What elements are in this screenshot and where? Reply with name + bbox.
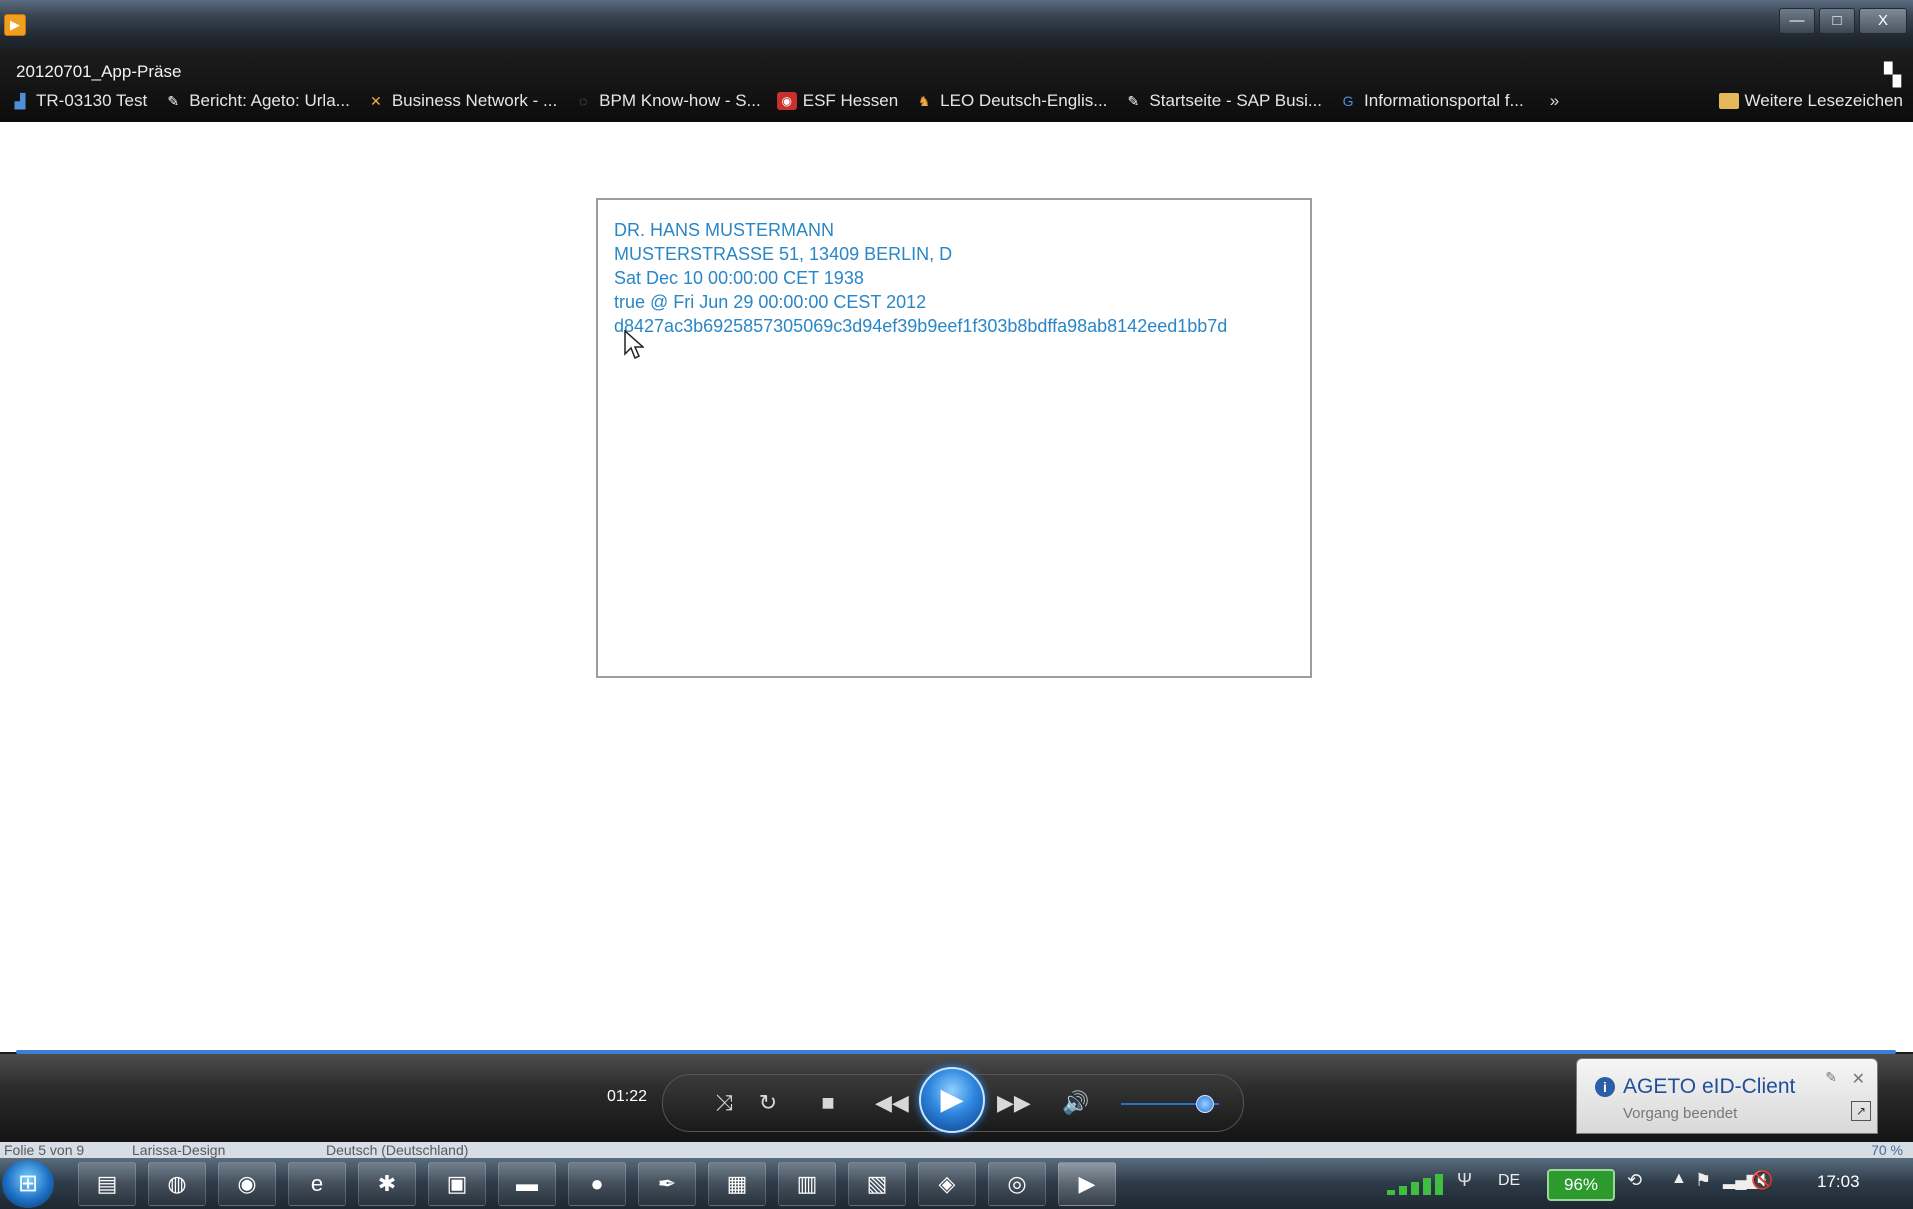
bookmark-logo-icon: ✎ xyxy=(1127,93,1140,109)
fast-forward-icon[interactable]: ▶▶ xyxy=(997,1089,1031,1117)
system-clock[interactable]: 17:03 xyxy=(1817,1172,1860,1192)
bookmark-label: ESF Hessen xyxy=(802,91,899,110)
bookmark-label: Bericht: Ageto: Urla... xyxy=(189,91,350,110)
bookmarks-bar: ▟ TR-03130 Test ✎ Bericht: Ageto: Urla..… xyxy=(10,88,1903,114)
esf-icon: ◉ xyxy=(776,92,797,110)
pin-icon[interactable]: ✎ xyxy=(1825,1069,1837,1086)
close-icon[interactable]: ✕ xyxy=(1852,1069,1865,1089)
bookmark-bpm-know-how[interactable]: ◌ BPM Know-how - S... xyxy=(573,91,761,111)
bookmark-label: Business Network - ... xyxy=(391,91,558,110)
notepad-icon[interactable]: ▦ xyxy=(708,1162,766,1206)
xing-icon: ✕ xyxy=(369,93,382,109)
eid-client-notification[interactable]: i AGETO eID-Client Vorgang beendet ✎ ✕ ↗ xyxy=(1576,1058,1878,1134)
signal-strength-icon xyxy=(1387,1174,1443,1195)
calculator-icon[interactable]: ▥ xyxy=(778,1162,836,1206)
transport-controls: ⤨ ↻ ■ ◀◀ ▶ ▶▶ 🔊 xyxy=(662,1067,1244,1133)
more-bookmarks-label: Weitere Lesezeichen xyxy=(1744,91,1903,110)
hash-line: d8427ac3b6925857305069c3d94ef39b9eef1f30… xyxy=(614,316,1228,336)
antenna-icon[interactable]: Ψ xyxy=(1457,1170,1472,1191)
remote-desktop-icon[interactable]: ▧ xyxy=(848,1162,906,1206)
app-window-icon[interactable]: ▣ xyxy=(428,1162,486,1206)
show-hidden-icons[interactable]: ▲ xyxy=(1671,1170,1687,1188)
birthdate-line: Sat Dec 10 00:00:00 CET 1938 xyxy=(614,268,864,288)
bookmark-tr03130[interactable]: ▟ TR-03130 Test xyxy=(10,91,148,111)
play-button[interactable]: ▶ xyxy=(919,1067,985,1133)
sync-icon[interactable]: ⟲ xyxy=(1627,1170,1642,1191)
close-button[interactable]: X xyxy=(1859,8,1907,34)
chrome-icon[interactable]: ◉ xyxy=(218,1162,276,1206)
volume-icon[interactable]: 🔊 xyxy=(1061,1089,1091,1117)
repeat-icon[interactable]: ↻ xyxy=(753,1089,783,1117)
bookmark-label: Startseite - SAP Busi... xyxy=(1149,91,1323,110)
bookmark-label: TR-03130 Test xyxy=(36,91,148,110)
page-title: 20120701_App-Präse xyxy=(16,62,182,81)
bookmark-sap[interactable]: ✎ Startseite - SAP Busi... xyxy=(1123,91,1322,111)
expand-icon[interactable]: ↗ xyxy=(1851,1101,1871,1121)
bookmark-label: Informationsportal f... xyxy=(1364,91,1524,110)
notification-title: AGETO eID-Client xyxy=(1623,1075,1796,1098)
chart-icon: ▟ xyxy=(14,93,26,109)
app-globe-icon[interactable]: ● xyxy=(568,1162,626,1206)
action-center-flag-icon[interactable]: ⚑ xyxy=(1695,1170,1711,1191)
media-player-app-icon: ▶ xyxy=(4,14,26,36)
volume-thumb[interactable] xyxy=(1196,1095,1215,1113)
zoom-level[interactable]: 70 % xyxy=(1871,1142,1903,1158)
bookmarks-overflow-button[interactable]: » xyxy=(1550,91,1559,111)
media-player-taskbar-icon[interactable]: ▶ xyxy=(1058,1162,1116,1206)
windows-taskbar: ⊞ ▤ ◍ ◉ e ✱ ▣ ▬ ● ✒ ▦ ▥ ▧ ◈ ◎ ▶ Ψ DE 96%… xyxy=(0,1158,1913,1209)
elapsed-time: 01:22 xyxy=(607,1088,648,1105)
keyboard-language[interactable]: DE xyxy=(1498,1172,1520,1190)
folder-icon xyxy=(1718,93,1739,109)
explorer-icon[interactable]: ▤ xyxy=(78,1162,136,1206)
volume-muted-icon[interactable]: 🔇 xyxy=(1751,1170,1773,1191)
rewind-icon[interactable]: ◀◀ xyxy=(875,1089,909,1117)
shuffle-icon[interactable]: ⤨ xyxy=(709,1089,739,1117)
window-buttons: — □ X xyxy=(1779,8,1907,34)
bookmark-logo-icon: ✎ xyxy=(167,93,180,109)
firefox-icon[interactable]: ◍ xyxy=(148,1162,206,1206)
bookmark-label: BPM Know-how - S... xyxy=(599,91,761,110)
id-data-lines: DR. HANS MUSTERMANN MUSTERSTRASSE 51, 13… xyxy=(614,218,1227,338)
mouse-cursor-icon xyxy=(624,330,644,360)
slide-counter: Folie 5 von 9 xyxy=(4,1142,85,1158)
bookmark-leo[interactable]: ♞ LEO Deutsch-Englis... xyxy=(914,91,1108,111)
bookmark-informationsportal[interactable]: G Informationsportal f... xyxy=(1338,91,1524,111)
bookmark-esf-hessen[interactable]: ◉ ESF Hessen xyxy=(776,91,899,111)
more-bookmarks-folder[interactable]: Weitere Lesezeichen xyxy=(1718,91,1903,111)
info-icon: i xyxy=(1595,1077,1615,1097)
notification-subtitle: Vorgang beendet xyxy=(1623,1105,1738,1122)
app-green-icon[interactable]: ✱ xyxy=(358,1162,416,1206)
address-line: MUSTERSTRASSE 51, 13409 BERLIN, D xyxy=(614,244,953,264)
internet-explorer-icon[interactable]: e xyxy=(288,1162,346,1206)
maximize-button[interactable]: □ xyxy=(1819,8,1855,34)
bookmark-business-network[interactable]: ✕ Business Network - ... xyxy=(366,91,557,111)
view-controls: 70 % xyxy=(1871,1142,1903,1158)
theme-name: Larissa-Design xyxy=(132,1142,226,1158)
stop-icon[interactable]: ■ xyxy=(813,1089,843,1117)
name-line: DR. HANS MUSTERMANN xyxy=(614,220,835,240)
window-titlebar: ▶ — □ X xyxy=(0,0,1913,50)
bookmark-label: LEO Deutsch-Englis... xyxy=(940,91,1108,110)
app-feather-icon[interactable]: ✒ xyxy=(638,1162,696,1206)
language-status: Deutsch (Deutschland) xyxy=(326,1142,469,1158)
battery-indicator[interactable]: 96% xyxy=(1547,1169,1615,1201)
app-red-icon[interactable]: ◎ xyxy=(988,1162,1046,1206)
presentation-statusbar: Folie 5 von 9 Larissa-Design Deutsch (De… xyxy=(0,1142,1913,1158)
id-data-panel: DR. HANS MUSTERMANN MUSTERSTRASSE 51, 13… xyxy=(596,198,1312,678)
browser-toolbar: 20120701_App-Präse ▚ ▟ TR-03130 Test ✎ B… xyxy=(0,50,1913,122)
google-icon: G xyxy=(1342,93,1354,109)
globe-icon: ◌ xyxy=(579,93,588,109)
apps-grid-icon[interactable]: ▚ xyxy=(1884,62,1901,88)
start-button[interactable]: ⊞ xyxy=(2,1160,54,1208)
leo-icon: ♞ xyxy=(917,93,931,109)
page-content: DR. HANS MUSTERMANN MUSTERSTRASSE 51, 13… xyxy=(0,122,1913,1052)
validity-line: true @ Fri Jun 29 00:00:00 CEST 2012 xyxy=(614,292,927,312)
app-dark-icon[interactable]: ▬ xyxy=(498,1162,556,1206)
app-orange-icon[interactable]: ◈ xyxy=(918,1162,976,1206)
bookmark-bericht-ageto[interactable]: ✎ Bericht: Ageto: Urla... xyxy=(163,91,350,111)
minimize-button[interactable]: — xyxy=(1779,8,1815,34)
